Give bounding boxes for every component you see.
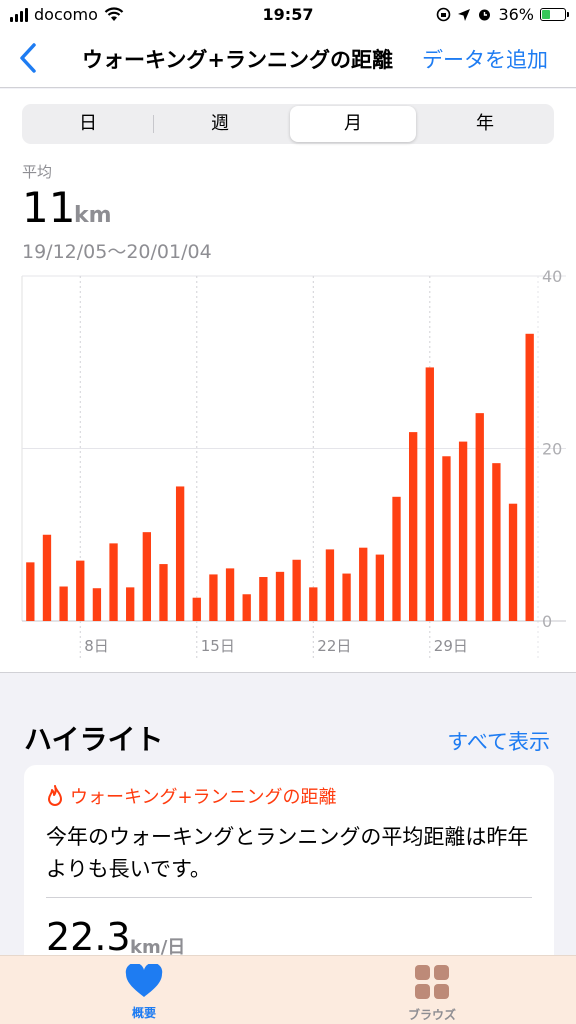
battery-percent: 36% [498, 5, 534, 24]
add-data-button[interactable]: データを追加 [422, 44, 548, 74]
tab-summary-label: 概要 [131, 1006, 156, 1020]
bar[interactable] [475, 413, 484, 621]
battery-icon [540, 8, 569, 21]
average-label: 平均 [22, 163, 53, 181]
back-button[interactable] [14, 40, 44, 76]
bar[interactable] [109, 543, 118, 621]
bar[interactable] [309, 587, 318, 621]
chevron-left-icon [20, 43, 36, 73]
battery-fill [542, 10, 550, 19]
card-value: 22.3 [46, 915, 131, 959]
bar[interactable] [92, 588, 102, 621]
x-tick-label: 15日 [201, 637, 235, 655]
nav-title: ウォーキング+ランニングの距離 [82, 48, 393, 72]
bar[interactable] [508, 503, 518, 621]
y-tick-label: 0 [542, 612, 552, 631]
bar[interactable] [425, 367, 434, 621]
x-tick-label: 8日 [84, 637, 109, 655]
tab-bar: 概要 ブラウズ [0, 955, 576, 1024]
x-tick-label: 29日 [434, 637, 468, 655]
bar[interactable] [225, 568, 235, 621]
bar[interactable] [59, 586, 68, 622]
x-tick-label: 22日 [317, 637, 351, 655]
card-category: ウォーキング+ランニングの距離 [70, 787, 337, 808]
period-segmented-control: 日 週 月 年 [22, 104, 554, 144]
distance-bar-chart[interactable]: 0 20 40 8日 15日 22日 29日 [0, 270, 576, 670]
bar[interactable] [76, 560, 85, 621]
card-header: ウォーキング+ランニングの距離 [46, 783, 337, 809]
bar[interactable] [159, 564, 168, 621]
bar[interactable] [375, 554, 385, 621]
segment-week[interactable]: 週 [154, 106, 286, 142]
bar[interactable] [325, 549, 335, 621]
average-value: 11 [22, 183, 76, 232]
average-unit: km [74, 203, 112, 228]
alarm-icon [479, 9, 491, 21]
bar[interactable] [292, 559, 301, 621]
y-tick-label: 20 [542, 440, 562, 459]
bar[interactable] [442, 456, 451, 621]
bar[interactable] [175, 486, 185, 621]
bar[interactable] [492, 463, 501, 621]
bar[interactable] [458, 441, 468, 621]
flame-icon [48, 785, 62, 806]
heart-icon [125, 962, 163, 997]
segment-month[interactable]: 月 [290, 106, 416, 142]
tab-browse[interactable]: ブラウズ [372, 964, 492, 1023]
highlights-title: ハイライト [24, 723, 164, 756]
bar[interactable] [126, 587, 135, 621]
bar[interactable] [142, 532, 151, 621]
bar[interactable] [42, 534, 52, 621]
tab-browse-label: ブラウズ [407, 1008, 456, 1022]
grid-icon [415, 965, 449, 999]
date-range: 19/12/05〜20/01/04 [22, 241, 212, 263]
segment-day[interactable]: 日 [24, 106, 152, 142]
y-tick-label: 40 [542, 270, 562, 286]
bar[interactable] [26, 562, 35, 621]
bar[interactable] [192, 597, 201, 621]
tab-summary[interactable]: 概要 [84, 962, 204, 1021]
card-text: 今年のウォーキングとランニングの平均距離は昨年よりも長いです。 [46, 825, 529, 881]
segment-year[interactable]: 年 [418, 106, 552, 142]
bar[interactable] [342, 573, 351, 621]
status-right: 36% [436, 5, 569, 24]
bar[interactable] [275, 571, 285, 621]
status-bar: docomo 19:57 36% [0, 0, 576, 30]
bar[interactable] [392, 496, 401, 621]
nav-bar: ウォーキング+ランニングの距離 データを追加 [0, 30, 576, 88]
show-all-link[interactable]: すべて表示 [447, 726, 550, 756]
rotation-lock-icon [437, 7, 451, 22]
bar[interactable] [409, 432, 418, 621]
bar[interactable] [525, 333, 534, 621]
chart-section: 日 週 月 年 平均 11 km 19/12/05〜20/01/04 0 20 40… [0, 89, 576, 673]
bar[interactable] [359, 547, 368, 621]
card-divider [46, 897, 532, 898]
bar[interactable] [242, 594, 251, 621]
bar[interactable] [209, 574, 218, 621]
bar[interactable] [259, 577, 268, 621]
location-icon [458, 8, 471, 21]
